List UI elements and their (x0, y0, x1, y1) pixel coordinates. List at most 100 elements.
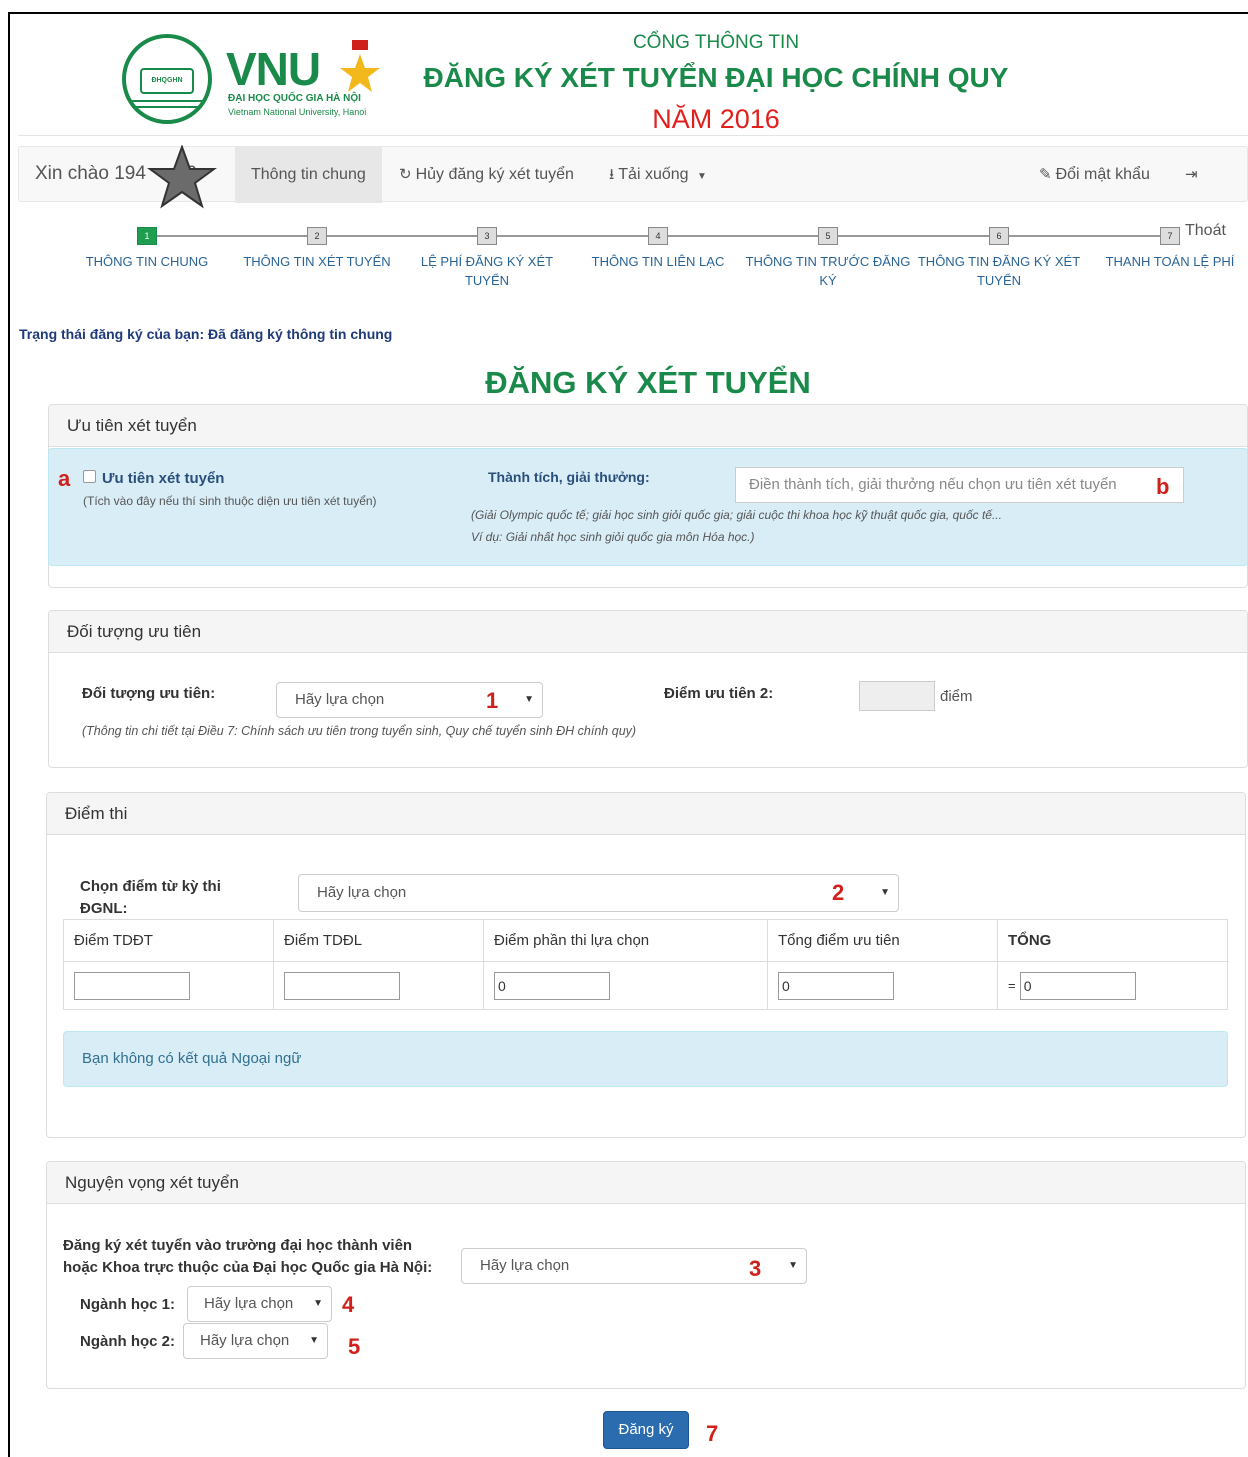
priority-total-input[interactable]: 0 (778, 971, 894, 1000)
exam-select-value: Hãy lựa chọn (317, 884, 407, 901)
achievement-label: Thành tích, giải thưởng: (488, 469, 650, 485)
major2-select-value: Hãy lựa chọn (200, 1332, 290, 1349)
nav-logout-label: Thoát (1185, 222, 1226, 239)
major1-select[interactable]: Hãy lựa chọn ▼ (187, 1286, 332, 1322)
major2-select[interactable]: Hãy lựa chọn ▼ (183, 1323, 328, 1359)
major2-label: Ngành học 2: (80, 1333, 176, 1350)
select-caret-icon: ▼ (524, 694, 534, 705)
cell-tddt (63, 961, 274, 1010)
school-label-line1: Đăng ký xét tuyển vào trường đại học thà… (63, 1237, 413, 1254)
cell-elective: 0 (483, 961, 768, 1010)
col-header-elective: Điểm phần thi lựa chọn (483, 919, 768, 962)
school-select-value: Hãy lựa chọn (480, 1257, 570, 1274)
register-submit-button[interactable]: Đăng ký (603, 1411, 689, 1449)
target-hint: (Thông tin chi tiết tại Điều 7: Chính sá… (82, 724, 637, 738)
star-marker-icon (147, 145, 217, 209)
achievement-hint-1: (Giải Olympic quốc tế; giải học sinh giỏ… (471, 508, 1002, 522)
school-label: Đăng ký xét tuyển vào trường đại học thà… (63, 1235, 432, 1279)
step-7-label[interactable]: THANH TOÁN LỆ PHÍ (1080, 252, 1248, 271)
elective-input[interactable]: 0 (494, 971, 610, 1000)
step-3-label[interactable]: LỆ PHÍ ĐĂNG KÝ XÉT TUYỂN (407, 252, 567, 290)
col-header-total: TỔNG (997, 919, 1228, 962)
priority-score2-unit: điểm (940, 688, 973, 705)
annotation-a: a (58, 466, 71, 491)
step-6-label[interactable]: THÔNG TIN ĐĂNG KÝ XÉT TUYỂN (909, 252, 1089, 290)
total-input[interactable]: 0 (1019, 971, 1136, 1000)
nav-download-label: Tải xuống (618, 166, 689, 183)
step-7-marker[interactable]: 7 (1160, 227, 1180, 245)
top-navbar: Xin chào 19449 Thông tin chung ↻Hủy đăng… (18, 145, 1248, 239)
annotation-b: b (1156, 474, 1170, 499)
edit-icon: ✎ (1039, 166, 1052, 183)
nav-logout[interactable]: ⇥ Thoát (1169, 147, 1247, 239)
annotation-5: 5 (348, 1334, 361, 1359)
target-select[interactable]: Hãy lựa chọn ▼ (276, 682, 543, 718)
select-caret-icon: ▼ (880, 887, 890, 898)
achievement-hint-2: Ví dụ: Giải nhất học sinh giỏi quốc gia … (471, 530, 755, 544)
col-header-tddl: Điểm TDĐL (273, 919, 484, 962)
annotation-2: 2 (832, 880, 845, 905)
exam-select[interactable]: Hãy lựa chọn ▼ (298, 874, 899, 912)
nav-cancel-registration[interactable]: ↻ Hủy đăng ký xét tuyển (383, 147, 590, 203)
star-medal-icon (340, 40, 380, 92)
priority-checkbox-label[interactable]: Ưu tiên xét tuyển (102, 470, 224, 487)
chevron-down-icon: ▼ (696, 171, 707, 182)
exam-score-heading: Điểm thi (47, 793, 1245, 835)
cell-tddl (273, 961, 484, 1010)
priority-checkbox-hint: (Tích vào đây nếu thí sinh thuộc diện ưu… (83, 494, 377, 508)
exam-select-label: Chọn điểm từ kỳ thi ĐGNL: (80, 878, 221, 917)
step-2-marker[interactable]: 2 (307, 227, 327, 245)
nav-general-info-label: Thông tin chung (251, 166, 366, 183)
registration-status: Trạng thái đăng ký của bạn: Đã đăng ký t… (19, 326, 393, 342)
table-header-row: Điểm TDĐT Điểm TDĐL Điểm phần thi lựa ch… (63, 919, 1228, 962)
priority-score2-field (859, 681, 935, 711)
brand-subtitle-en: Vietnam National University, Hanoi (228, 107, 367, 117)
col-header-priority-total: Tổng điểm ưu tiên (767, 919, 998, 962)
equals-sign: = (1008, 977, 1016, 993)
col-header-tddt: Điểm TDĐT (63, 919, 274, 962)
greeting-prefix: Xin chào 194 (35, 163, 146, 184)
step-1-marker[interactable]: 1 (137, 227, 157, 245)
select-caret-icon: ▼ (309, 1335, 319, 1346)
nav-download-dropdown[interactable]: ⭳ Tải xuống ▼ (593, 147, 723, 203)
tddt-input[interactable] (74, 971, 190, 1000)
wish-heading: Nguyện vọng xét tuyển (47, 1162, 1245, 1204)
nav-general-info[interactable]: Thông tin chung (235, 147, 382, 203)
brand-logo-text: VNU (226, 43, 321, 95)
download-icon: ⭳ (609, 166, 615, 183)
nav-change-password-label: Đổi mật khẩu (1055, 166, 1150, 183)
tddl-input[interactable] (284, 971, 400, 1000)
step-5-label[interactable]: THÔNG TIN TRƯỚC ĐĂNG KÝ (738, 252, 918, 290)
select-caret-icon: ▼ (313, 1298, 323, 1309)
priority-checkbox[interactable] (83, 470, 96, 483)
school-label-line2: hoặc Khoa trực thuộc của Đại học Quốc gi… (63, 1259, 433, 1276)
step-6-marker[interactable]: 6 (989, 227, 1009, 245)
major1-label: Ngành học 1: (80, 1296, 176, 1313)
step-1-label[interactable]: THÔNG TIN CHUNG (57, 252, 237, 271)
portal-title: CỔNG THÔNG TIN (632, 32, 800, 53)
page-title: ĐĂNG KÝ XÉT TUYỂN (485, 365, 811, 400)
major1-select-value: Hãy lựa chọn (204, 1295, 294, 1312)
portal-year: NĂM 2016 (652, 104, 780, 134)
foreign-language-notice-text: Bạn không có kết quả Ngoại ngữ (82, 1050, 302, 1067)
annotation-3: 3 (749, 1256, 762, 1281)
logout-icon: ⇥ (1185, 166, 1198, 183)
brand-subtitle-vi: ĐẠI HỌC QUỐC GIA HÀ NỘI (228, 93, 361, 104)
step-5-marker[interactable]: 5 (818, 227, 838, 245)
portal-heading: ĐĂNG KÝ XÉT TUYỂN ĐẠI HỌC CHÍNH QUY (423, 62, 1009, 93)
foreign-language-notice: Bạn không có kết quả Ngoại ngữ (63, 1031, 1228, 1087)
step-2-label[interactable]: THÔNG TIN XÉT TUYỂN (227, 252, 407, 271)
annotation-7: 7 (706, 1421, 719, 1446)
step-4-marker[interactable]: 4 (648, 227, 668, 245)
achievement-input[interactable]: Điền thành tích, giải thưởng nếu chọn ưu… (735, 467, 1184, 503)
exam-score-table: Điểm TDĐT Điểm TDĐL Điểm phần thi lựa ch… (63, 919, 1228, 1010)
step-4-label[interactable]: THÔNG TIN LIÊN LẠC (568, 252, 748, 271)
refresh-icon: ↻ (399, 166, 412, 183)
site-header: ĐHQGHN VNU ĐẠI HỌC QUỐC GIA HÀ NỘI Vietn… (18, 20, 1248, 136)
cell-priority-total: 0 (767, 961, 998, 1010)
target-label: Đối tượng ưu tiên: (82, 685, 216, 702)
priority-panel-heading: Ưu tiên xét tuyển (49, 405, 1247, 447)
step-3-marker[interactable]: 3 (477, 227, 497, 245)
priority-target-panel: Đối tượng ưu tiên (48, 610, 1248, 768)
nav-change-password[interactable]: ✎ Đổi mật khẩu (1023, 147, 1166, 203)
